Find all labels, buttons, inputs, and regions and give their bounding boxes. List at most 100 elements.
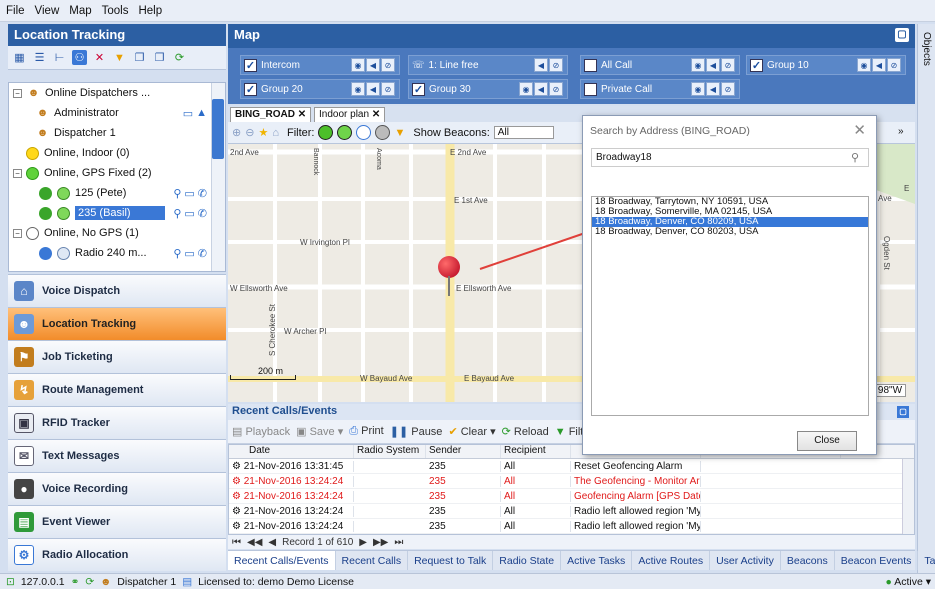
tab-user-activity[interactable]: User Activity (710, 551, 781, 570)
tab-indoor-plan[interactable]: Indoor plan ✕ (314, 107, 386, 122)
talkgroup-all-call[interactable]: All Call ◉ ◀ ⊘ (580, 55, 740, 75)
ptt-icon[interactable]: ◉ (351, 82, 365, 96)
nav-text-messages[interactable]: ✉ Text Messages (8, 439, 226, 472)
collapse-icon[interactable]: − (13, 228, 22, 238)
search-icon[interactable]: ⚲ (173, 247, 181, 260)
maximize-icon[interactable]: ▢ (897, 406, 909, 418)
list-item[interactable]: 18 Broadway, Denver, CO 80203, USA (592, 227, 868, 237)
tree-group-indoor[interactable]: Online, Indoor (0) (9, 143, 225, 163)
table-row[interactable]: ⚙ 21-Nov-2016 13:24:24 235 All Radio lef… (229, 519, 914, 534)
column-recipient[interactable]: Recipient (501, 445, 571, 458)
message-icon[interactable]: ▭ (184, 207, 194, 220)
tab-radio-state[interactable]: Radio State (493, 551, 562, 570)
tab-recent-calls-events[interactable]: Recent Calls/Events (228, 551, 336, 570)
check-icon[interactable]: ✓ (750, 58, 763, 72)
column-date[interactable]: Date (229, 445, 354, 458)
map-pin-icon[interactable] (438, 256, 460, 278)
talkgroup-intercom[interactable]: ✓ Intercom ◉ ◀ ⊘ (240, 55, 400, 75)
nav-job-ticketing[interactable]: ⚑ Job Ticketing (8, 340, 226, 373)
table-row[interactable]: ⚙ 21-Nov-2016 13:24:24 235 All Geofencin… (229, 489, 914, 504)
nav-route-management[interactable]: ↯ Route Management (8, 373, 226, 406)
copy-icon[interactable]: ❐ (132, 50, 147, 65)
tree-group-gps-fixed[interactable]: − Online, GPS Fixed (2) (9, 163, 225, 183)
column-radio-system[interactable]: Radio System (354, 445, 426, 458)
beacons-select[interactable]: All (493, 126, 554, 139)
filter-icon[interactable]: ▼ (112, 50, 127, 65)
tools-icon[interactable]: ✕ (92, 50, 107, 65)
filter-grey-icon[interactable] (375, 125, 391, 140)
check-icon[interactable]: ✓ (244, 58, 257, 72)
tab-request-to-talk[interactable]: Request to Talk (408, 551, 494, 570)
call-icon[interactable]: ✆ (198, 207, 207, 220)
nav-voice-recording[interactable]: ● Voice Recording (8, 472, 226, 505)
ptt-icon[interactable]: ◉ (519, 82, 533, 96)
clear-button[interactable]: ✔ Clear ▾ (448, 425, 495, 438)
check-icon[interactable]: ✓ (244, 82, 257, 96)
users-icon[interactable]: ⚇ (72, 50, 87, 65)
talkgroup-group-30[interactable]: ✓ Group 30 ◉ ◀ ⊘ (408, 79, 568, 99)
menu-file[interactable]: File (6, 5, 25, 17)
address-search-input[interactable]: Broadway18 (591, 148, 869, 167)
tree-item-radio-125[interactable]: 125 (Pete) ⚲ ▭ ✆ (9, 183, 225, 203)
column-sender[interactable]: Sender (426, 445, 501, 458)
playback-button[interactable]: ▤ Playback (232, 425, 290, 438)
objects-side-tab[interactable]: Objects (917, 24, 935, 575)
call-icon[interactable]: ✆ (198, 187, 207, 200)
talkgroup-line-free[interactable]: ☏ 1: Line free ◀ ⊘ (408, 55, 568, 75)
scroll-thumb[interactable] (212, 99, 224, 159)
menu-map[interactable]: Map (69, 5, 91, 17)
maximize-icon[interactable]: ▢ (895, 28, 909, 42)
pause-button[interactable]: ❚❚ Pause (390, 425, 443, 438)
table-row[interactable]: ⚙ 21-Nov-2016 13:24:24 235 All The Geofe… (229, 474, 914, 489)
mute-icon[interactable]: ⊘ (721, 82, 735, 96)
tree-group-dispatchers[interactable]: − ☻ Online Dispatchers ... (9, 83, 225, 103)
prev-record-icon[interactable]: ◀ (268, 537, 276, 548)
nav-rfid-tracker[interactable]: ▣ RFID Tracker (8, 406, 226, 439)
table-row[interactable]: ⚙ 21-Nov-2016 13:31:45 235 All Reset Geo… (229, 459, 914, 474)
ptt-icon[interactable]: ◉ (691, 82, 705, 96)
volume-icon[interactable]: ◀ (872, 58, 886, 72)
tab-beacons[interactable]: Beacons (781, 551, 835, 570)
call-icon[interactable]: ✆ (198, 247, 207, 260)
overflow-chevron-icon[interactable]: » (898, 126, 904, 137)
funnel-icon[interactable]: ▼ (394, 127, 405, 139)
mute-icon[interactable]: ⊘ (381, 58, 395, 72)
home-icon[interactable]: ⌂ (272, 127, 279, 139)
message-icon[interactable]: ▭ (184, 187, 194, 200)
search-icon[interactable]: ⚲ (173, 207, 181, 220)
tree-group-no-gps[interactable]: − Online, No GPS (1) (9, 223, 225, 243)
ptt-icon[interactable]: ◉ (857, 58, 871, 72)
grid-icon[interactable]: ▦ (12, 50, 27, 65)
nav-event-viewer[interactable]: ▤ Event Viewer (8, 505, 226, 538)
collapse-icon[interactable]: − (13, 168, 22, 178)
prev-page-icon[interactable]: ◀◀ (247, 537, 262, 548)
volume-icon[interactable]: ◀ (534, 58, 548, 72)
lock-icon[interactable]: ▲ (196, 107, 207, 120)
star-icon[interactable]: ★ (258, 126, 268, 139)
volume-icon[interactable]: ◀ (366, 58, 380, 72)
filter-runner-icon[interactable] (318, 125, 334, 140)
tab-bing-road[interactable]: BING_ROAD ✕ (230, 107, 312, 122)
close-icon[interactable]: ✕ (853, 121, 866, 139)
menu-help[interactable]: Help (138, 5, 162, 17)
menu-tools[interactable]: Tools (102, 5, 129, 17)
last-record-icon[interactable]: ⏭ (394, 537, 403, 548)
zoom-in-icon[interactable]: ⊕ (232, 126, 241, 139)
talkgroup-group-10[interactable]: ✓ Group 10 ◉ ◀ ⊘ (746, 55, 906, 75)
next-page-icon[interactable]: ▶▶ (373, 537, 388, 548)
grid-scrollbar[interactable] (902, 459, 914, 534)
tree-item-radio-235[interactable]: 235 (Basil) ⚲ ▭ ✆ (9, 203, 225, 223)
ptt-icon[interactable]: ◉ (691, 58, 705, 72)
checkbox-icon[interactable] (584, 58, 597, 72)
volume-icon[interactable]: ◀ (534, 82, 548, 96)
search-icon[interactable]: ⚲ (851, 151, 859, 164)
save-button[interactable]: ▣ Save ▾ (296, 425, 343, 438)
mute-icon[interactable]: ⊘ (549, 82, 563, 96)
reload-button[interactable]: ⟳ Reload (502, 425, 549, 438)
tab-beacon-events[interactable]: Beacon Events (835, 551, 919, 570)
tree-item-administrator[interactable]: ☻ Administrator ▭ ▲ (9, 103, 225, 123)
tree-item-dispatcher-1[interactable]: ☻ Dispatcher 1 (9, 123, 225, 143)
talkgroup-private-call[interactable]: Private Call ◉ ◀ ⊘ (580, 79, 740, 99)
mute-icon[interactable]: ⊘ (721, 58, 735, 72)
print-button[interactable]: ⎙ Print (349, 425, 384, 438)
